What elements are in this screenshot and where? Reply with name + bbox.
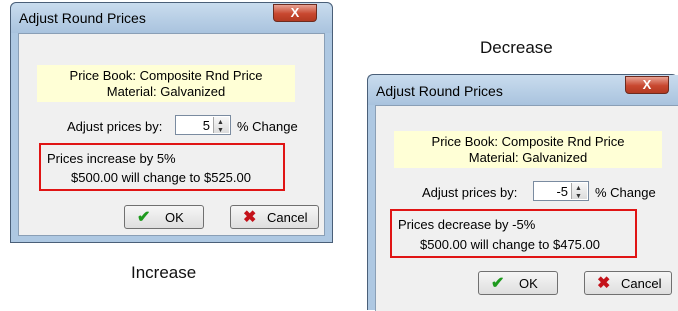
title-bar: Adjust Round Prices X: [368, 75, 678, 105]
cancel-button[interactable]: ✖ Cancel: [584, 271, 672, 295]
close-button[interactable]: X: [625, 76, 669, 94]
result-example: $500.00 will change to $525.00: [71, 170, 251, 185]
percent-change-spinner[interactable]: 5 ▲ ▼: [175, 115, 231, 135]
price-book-label: Price Book: Composite Rnd Price: [431, 134, 625, 149]
spin-down-icon[interactable]: ▼: [217, 127, 224, 134]
price-book-label: Price Book: Composite Rnd Price: [69, 68, 263, 83]
material-label: Material: Galvanized: [468, 150, 588, 165]
spinner-arrows[interactable]: ▲ ▼: [213, 117, 229, 134]
result-highlight-box: Prices increase by 5% $500.00 will chang…: [39, 143, 285, 191]
result-message: Prices decrease by -5%: [398, 217, 536, 232]
result-highlight-box: Prices decrease by -5% $500.00 will chan…: [390, 209, 637, 258]
ok-button[interactable]: ✔ OK: [124, 205, 204, 229]
close-icon: X: [642, 77, 652, 92]
percent-change-spinner[interactable]: -5 ▲ ▼: [533, 181, 589, 201]
dialog-body: Price Book: Composite Rnd Price Material…: [18, 33, 325, 236]
close-button[interactable]: X: [273, 4, 317, 22]
dialog-title: Adjust Round Prices: [19, 10, 146, 26]
x-mark-icon: ✖: [597, 275, 611, 292]
result-example: $500.00 will change to $475.00: [420, 237, 600, 252]
increase-caption: Increase: [131, 263, 197, 282]
spin-down-icon[interactable]: ▼: [575, 193, 582, 200]
percent-change-value: 5: [202, 118, 210, 133]
cancel-button[interactable]: ✖ Cancel: [230, 205, 319, 229]
adjust-round-prices-dialog-increase: Adjust Round Prices X Price Book: Compos…: [10, 2, 333, 243]
ok-label: OK: [519, 276, 538, 291]
adjust-prices-label: Adjust prices by:: [67, 119, 163, 134]
percent-change-value: -5: [556, 184, 568, 199]
cancel-label: Cancel: [621, 276, 662, 291]
price-book-info: Price Book: Composite Rnd Price Material…: [394, 131, 662, 168]
material-label: Material: Galvanized: [106, 84, 226, 99]
price-book-info: Price Book: Composite Rnd Price Material…: [37, 65, 295, 102]
cancel-label: Cancel: [267, 210, 308, 225]
percent-change-label: % Change: [595, 185, 656, 200]
checkmark-icon: ✔: [491, 275, 505, 292]
x-mark-icon: ✖: [243, 209, 257, 226]
checkmark-icon: ✔: [137, 209, 151, 226]
spin-up-icon[interactable]: ▲: [575, 185, 582, 192]
percent-change-label: % Change: [237, 119, 298, 134]
spin-up-icon[interactable]: ▲: [217, 119, 224, 126]
ok-button[interactable]: ✔ OK: [478, 271, 558, 295]
close-icon: X: [290, 5, 300, 20]
adjust-round-prices-dialog-decrease: Adjust Round Prices X Price Book: Compos…: [367, 74, 678, 311]
adjust-prices-label: Adjust prices by:: [422, 185, 518, 200]
title-bar: Adjust Round Prices X: [11, 3, 332, 33]
decrease-caption: Decrease: [480, 38, 553, 57]
dialog-body: Price Book: Composite Rnd Price Material…: [375, 105, 678, 311]
spinner-arrows[interactable]: ▲ ▼: [571, 183, 587, 200]
dialog-title: Adjust Round Prices: [376, 83, 503, 99]
result-message: Prices increase by 5%: [47, 151, 176, 166]
ok-label: OK: [165, 210, 184, 225]
